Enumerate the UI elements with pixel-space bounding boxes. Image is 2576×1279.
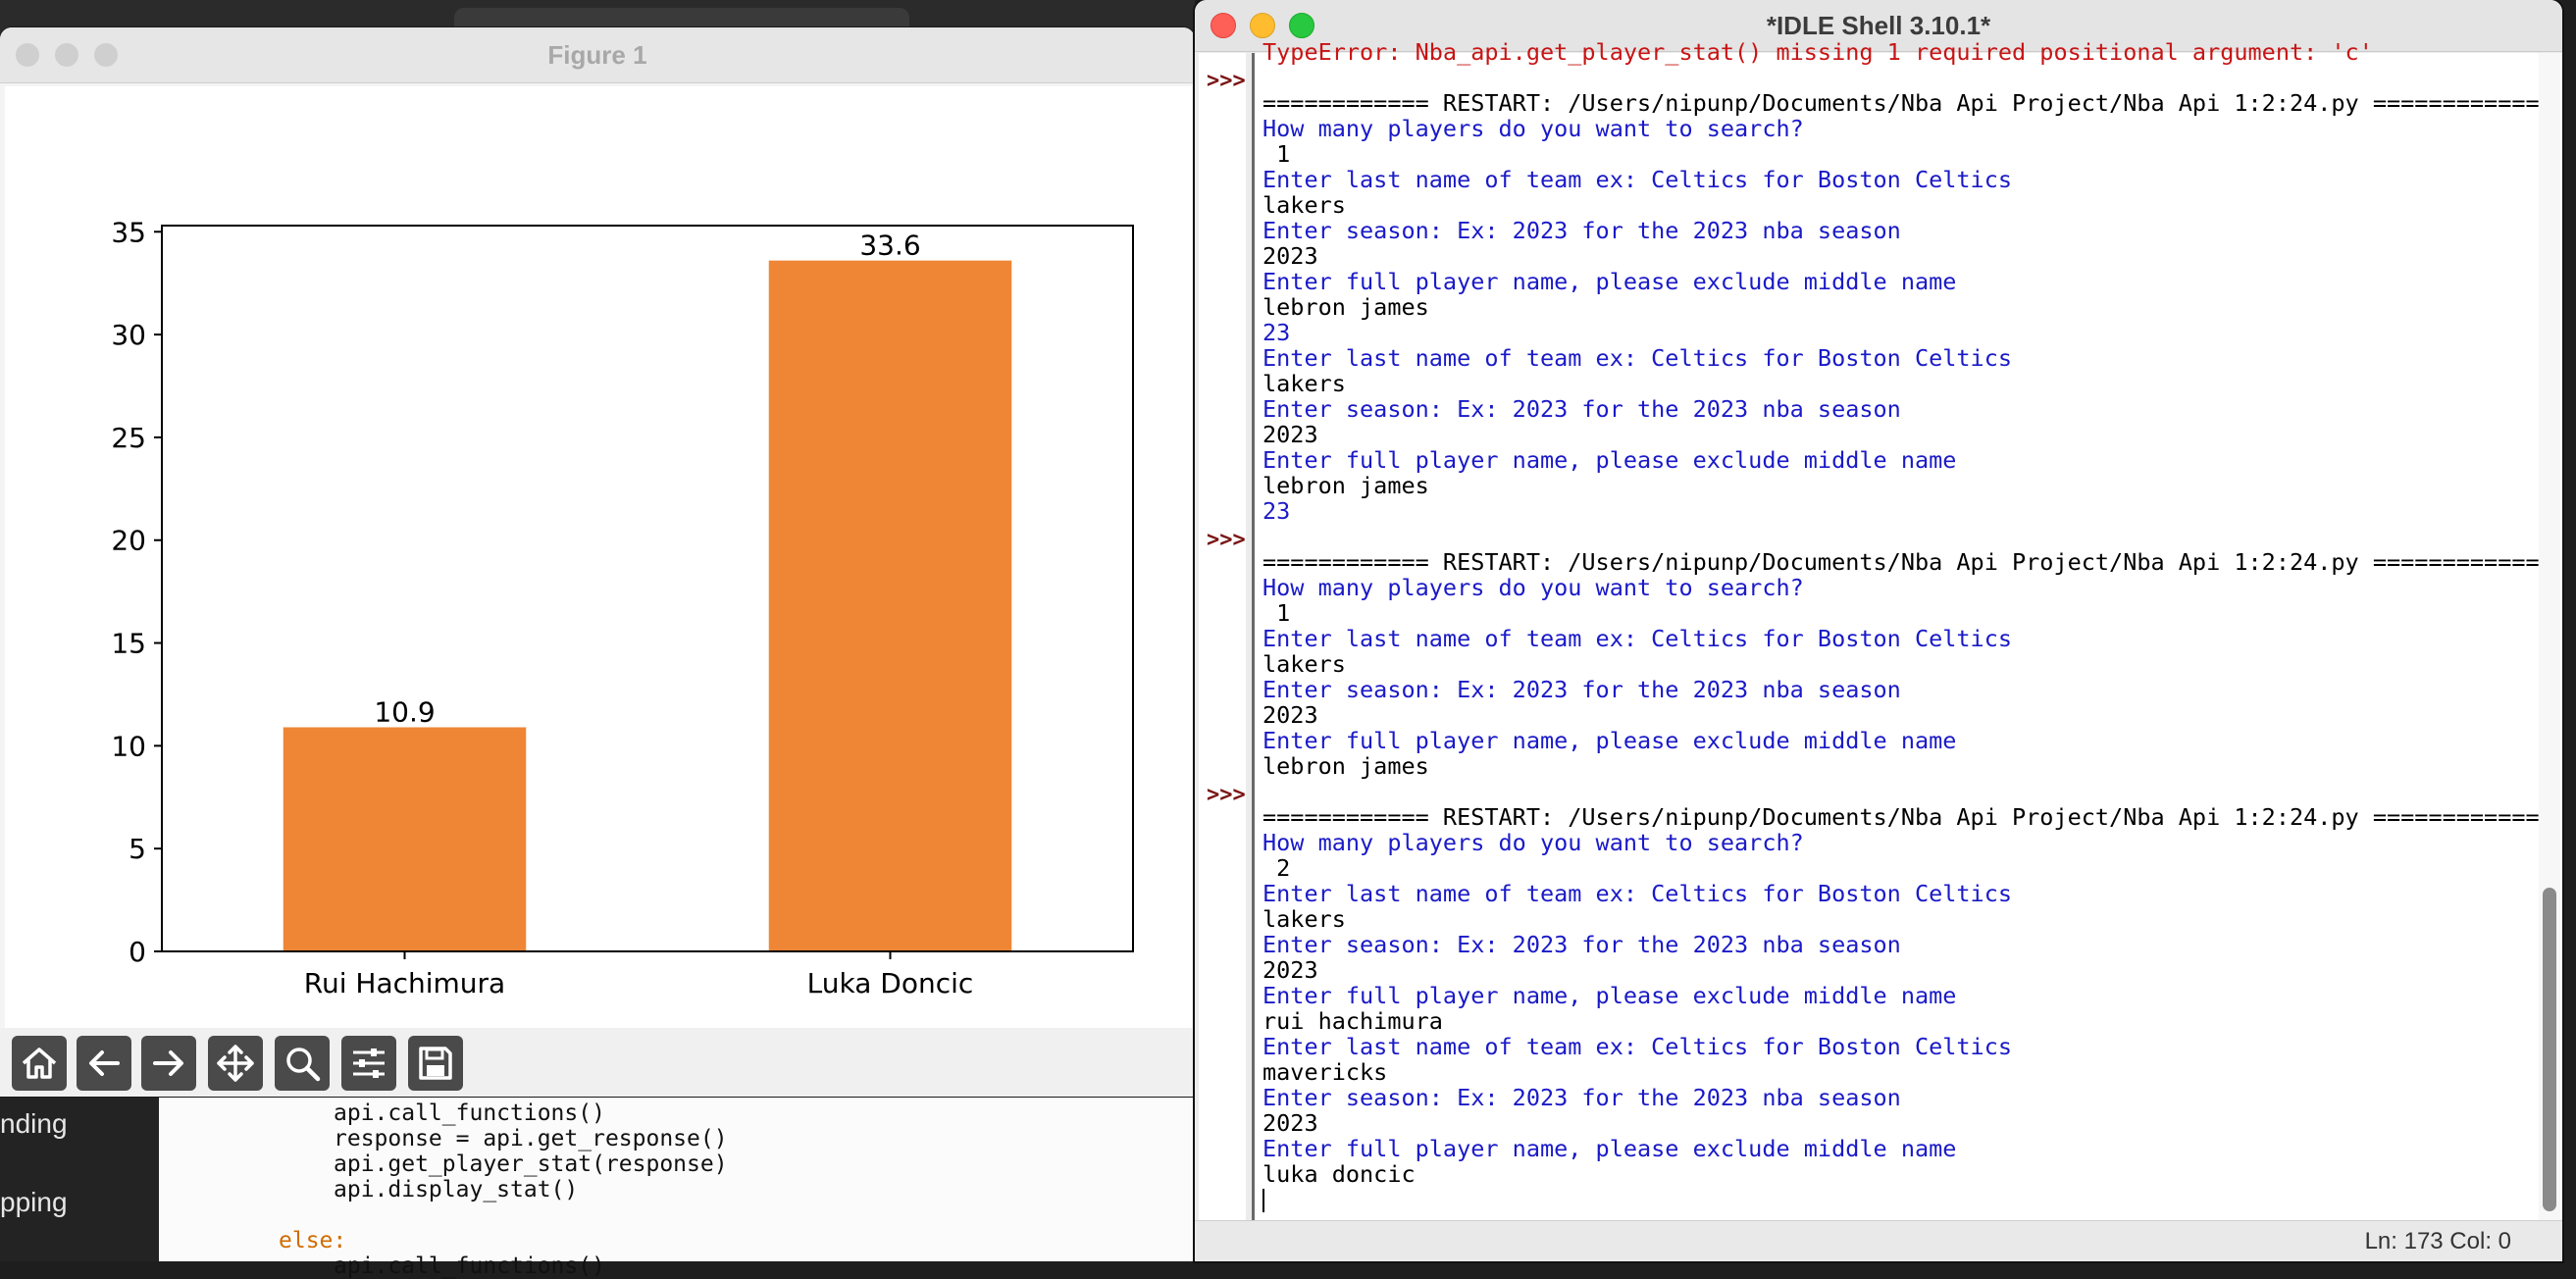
code-line: api.call_functions() [334,1253,605,1279]
home-button[interactable] [12,1036,67,1091]
bar [768,260,1012,951]
prompt-line: Enter full player name, please exclude m… [1262,982,1957,1009]
code-keyword: else: [279,1228,347,1253]
output-line: 2023 [1262,1109,1318,1137]
error-line: TypeError: Nba_api.get_player_stat() mis… [1262,38,2373,66]
prompt-marker: >>> [1207,528,1246,552]
figure-title: Figure 1 [547,40,647,70]
code-line: api.get_player_stat(response) [334,1151,728,1177]
home-icon [22,1048,57,1079]
output-line: ============ RESTART: /Users/nipunp/Docu… [1262,803,2540,831]
save-button[interactable] [408,1036,463,1091]
save-icon [419,1047,452,1080]
y-tick-label: 25 [111,422,146,454]
configure-button[interactable] [341,1036,396,1091]
shell-prompt-gutter: >>> >>> >>> [1199,53,1246,1220]
output-line: lakers [1262,191,1346,219]
x-tick-label: Luka Doncic [807,967,974,999]
prompt-line: Enter season: Ex: 2023 for the 2023 nba … [1262,217,1901,244]
prompt-line: Enter last name of team ex: Celtics for … [1262,880,2013,907]
code-line: api.display_stat() [334,1177,579,1202]
prompt-marker: >>> [1207,783,1246,807]
output-line: lebron james [1262,293,1429,321]
zoom-rect-button[interactable] [275,1036,330,1091]
background-side-panel: nding pping [0,1079,159,1261]
y-tick-label: 30 [111,319,146,351]
output-line: mavericks [1262,1058,1388,1086]
y-tick-label: 5 [129,833,146,865]
idle-shell-window: *IDLE Shell 3.10.1* >>> >>> >>> TypeErro… [1195,0,2562,1261]
prompt-line: Enter season: Ex: 2023 for the 2023 nba … [1262,931,1901,958]
output-line: 2023 [1262,242,1318,270]
back-button[interactable] [77,1036,131,1091]
output-line: 1 [1262,599,1291,627]
figure-window: Figure 1 10.9 Rui Hachimura 33.6 Luka Donci… [0,27,1195,1097]
output-line: lebron james [1262,752,1429,780]
status-bar: Ln: 173 Col: 0 [1195,1220,2562,1261]
prompt-line: Enter full player name, please exclude m… [1262,268,1957,295]
forward-arrow-icon [153,1050,183,1076]
output-line: lakers [1262,650,1346,678]
prompt-line: Enter last name of team ex: Celtics for … [1262,166,2013,193]
prompt-line: Enter last name of team ex: Celtics for … [1262,344,2013,372]
data-label: 10.9 [374,696,435,729]
output-line: 2023 [1262,956,1318,984]
code-line: response = api.get_response() [334,1126,728,1151]
side-item[interactable]: pping [0,1187,68,1218]
configure-icon [353,1049,385,1078]
y-tick-label: 15 [111,628,146,660]
prompt-line: Enter full player name, please exclude m… [1262,1135,1957,1162]
side-item[interactable]: nding [0,1108,68,1140]
prompt-line: Enter season: Ex: 2023 for the 2023 nba … [1262,676,1901,703]
output-line: ============ RESTART: /Users/nipunp/Docu… [1262,89,2540,117]
output-line: ============ RESTART: /Users/nipunp/Docu… [1262,548,2540,576]
output-line: 2 [1262,854,1291,882]
prompt-line: Enter last name of team ex: Celtics for … [1262,1033,2013,1060]
zoom-icon [286,1048,321,1082]
output-line: luka doncic [1262,1160,1416,1188]
forward-button[interactable] [141,1036,196,1091]
bar [283,727,527,951]
y-tick-label: 20 [111,525,146,557]
prompt-line: Enter season: Ex: 2023 for the 2023 nba … [1262,1084,1901,1111]
y-tick-label: 0 [129,936,146,968]
pan-button[interactable] [208,1036,263,1091]
prompt-line: Enter season: Ex: 2023 for the 2023 nba … [1262,395,1901,423]
prompt-line: Enter full player name, please exclude m… [1262,727,1957,754]
code-line: api.call_functions() [334,1100,605,1126]
y-tick-label: 10 [111,730,146,762]
prompt-line: How many players do you want to search? [1262,574,1804,601]
output-line: 2023 [1262,701,1318,729]
prompt-line: How many players do you want to search? [1262,115,1804,142]
bar-chart: 10.9 Rui Hachimura 33.6 Luka Doncic 0 5 10 15 20… [111,216,1134,999]
output-line: 2023 [1262,421,1318,448]
output-line: rui hachimura [1262,1007,1443,1035]
background-code-editor: api.call_functions() response = api.get_… [159,1079,1195,1279]
figure-toolbar [0,1028,1195,1097]
scrollbar-thumb[interactable] [2543,888,2556,1211]
data-label: 33.6 [859,230,920,262]
prompt-line: Enter last name of team ex: Celtics for … [1262,625,2013,652]
output-line: lakers [1262,370,1346,397]
prompt-line: Enter full player name, please exclude m… [1262,446,1957,474]
move-icon [217,1045,254,1082]
prompt-line: 23 [1262,497,1291,525]
y-tick-label: 35 [111,216,146,248]
output-line: lakers [1262,905,1346,933]
prompt-line: How many players do you want to search? [1262,829,1804,856]
output-line: 1 [1262,140,1291,168]
x-tick-label: Rui Hachimura [304,967,505,999]
cursor-position: Ln: 173 Col: 0 [2364,1228,2511,1254]
text-cursor [1262,1189,1264,1212]
back-arrow-icon [89,1050,120,1076]
prompt-marker: >>> [1207,69,1246,93]
shell-text-area[interactable]: TypeError: Nba_api.get_player_stat() mis… [1252,39,2562,1220]
chart-canvas: 10.9 Rui Hachimura 33.6 Luka Doncic 0 5 10 15 20… [5,86,1192,1028]
output-line: lebron james [1262,472,1429,499]
prompt-line: 23 [1262,319,1291,346]
